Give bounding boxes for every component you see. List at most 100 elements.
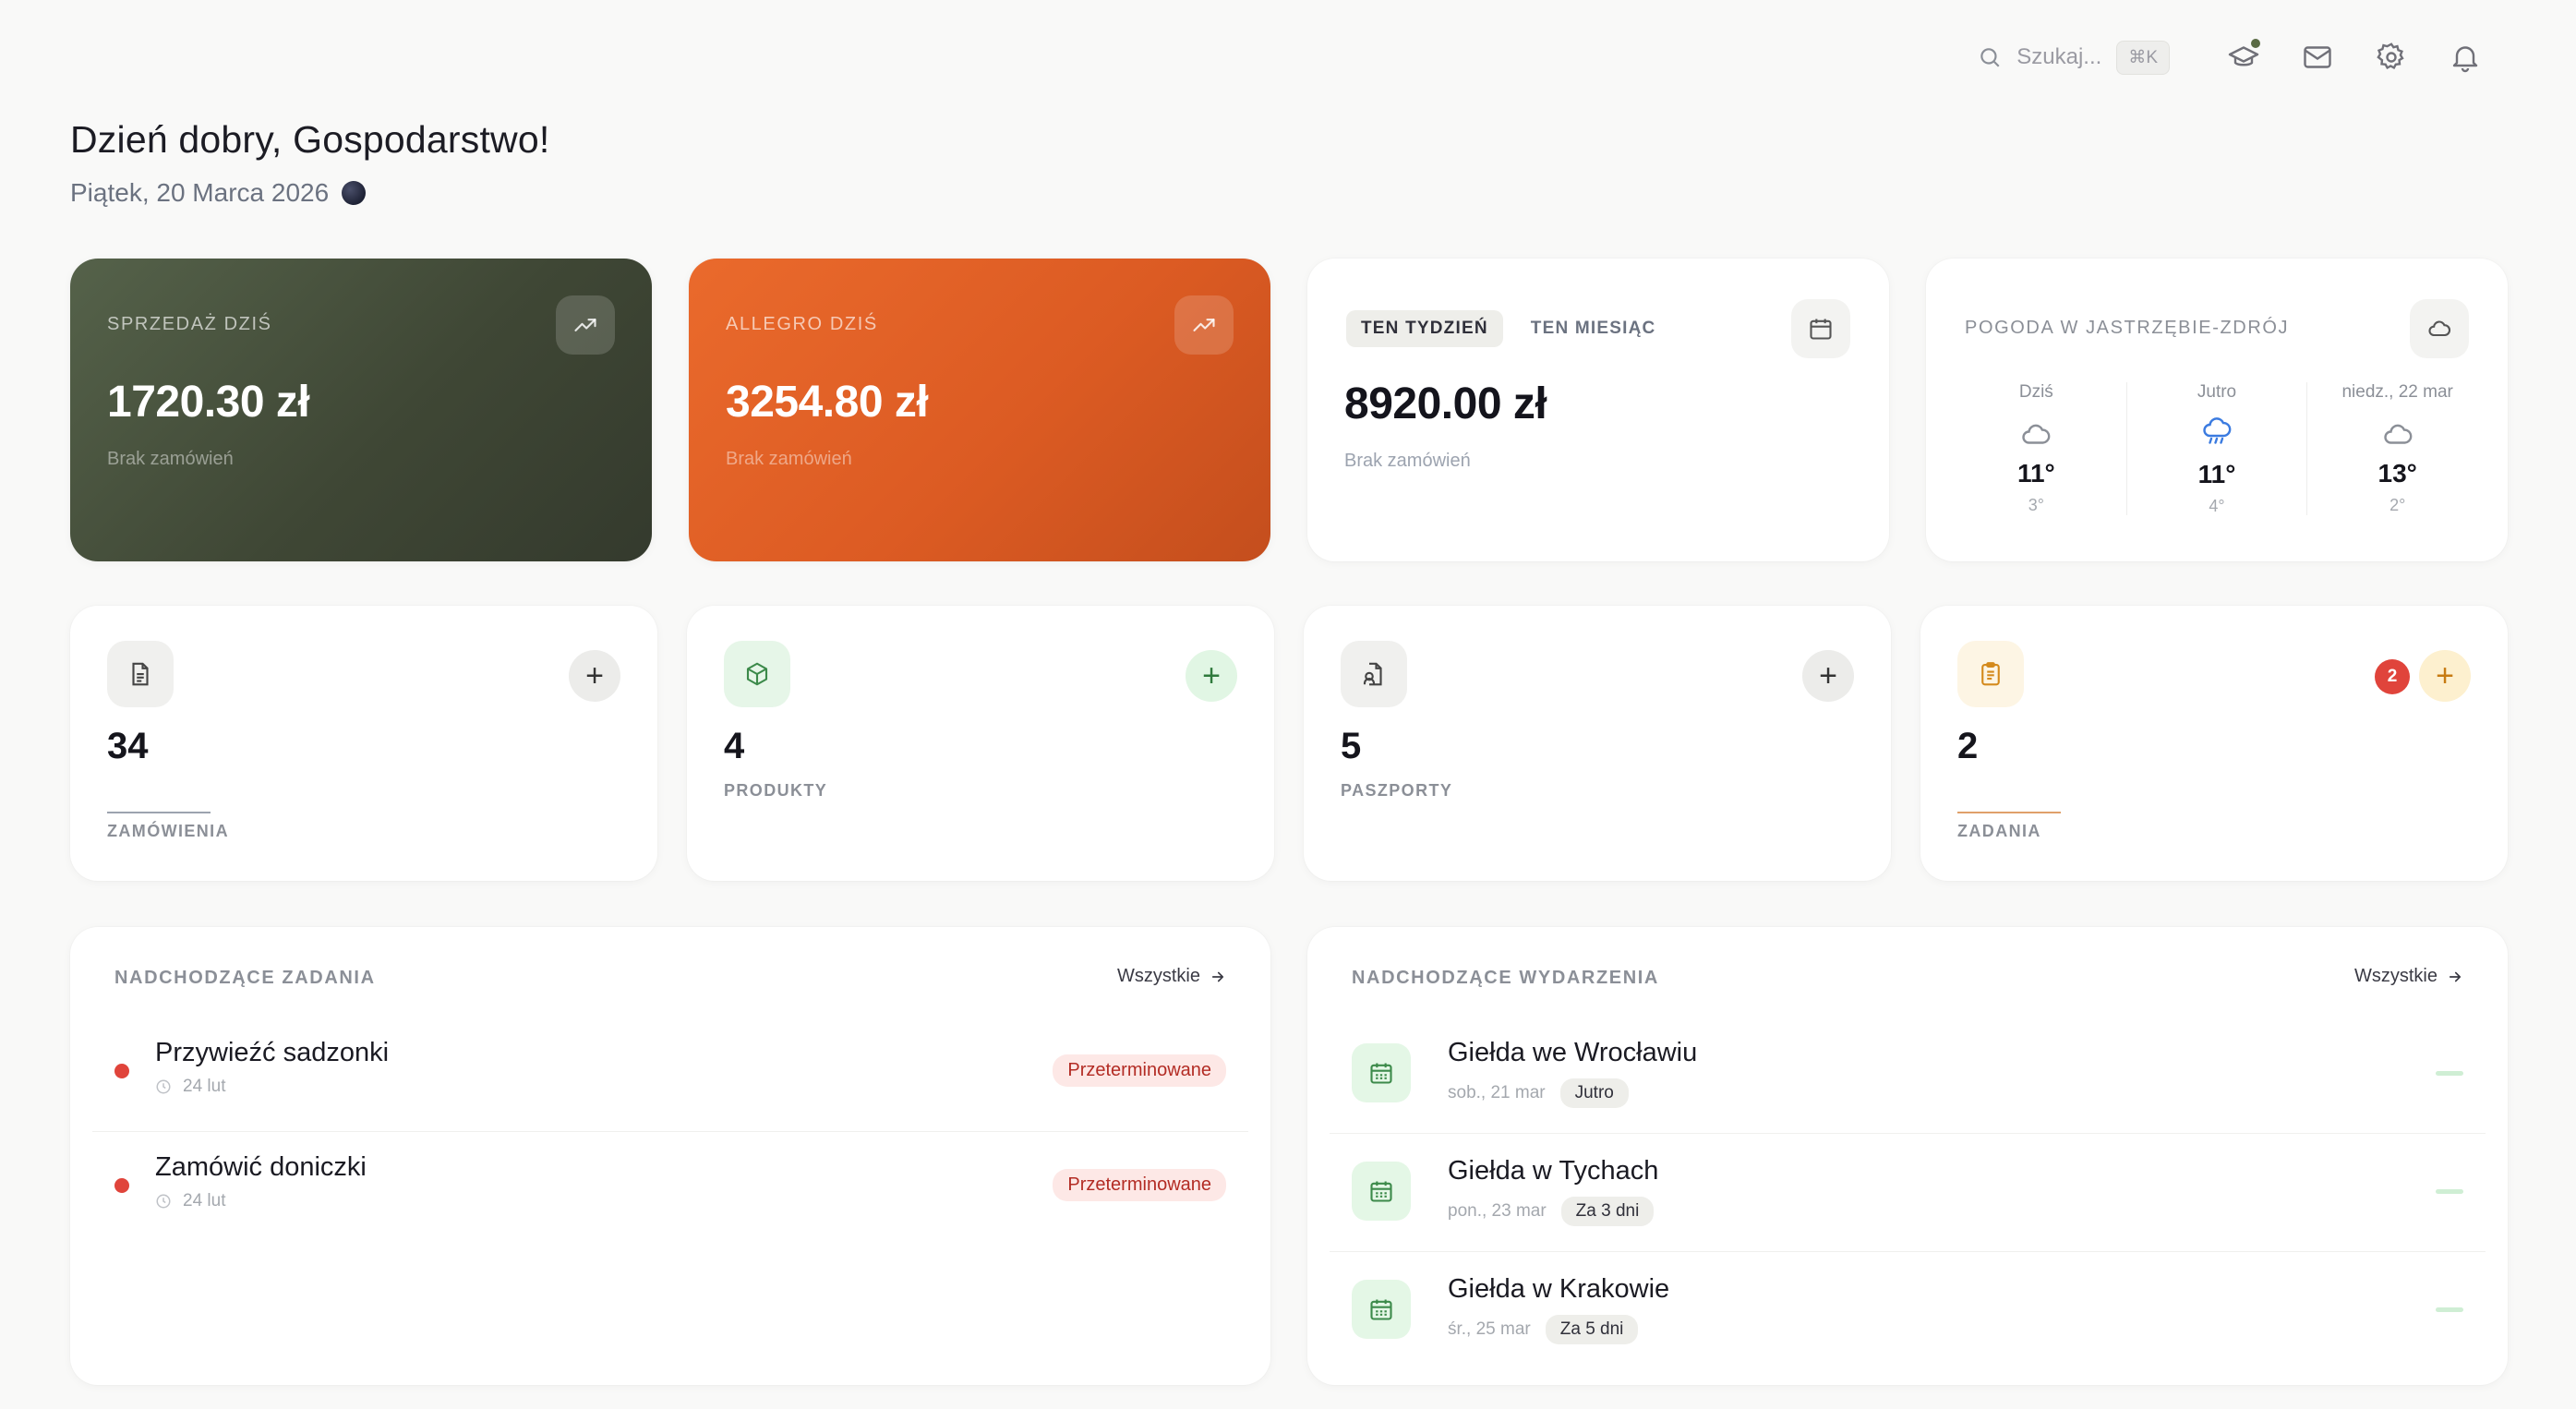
orders-icon-box: [107, 641, 174, 707]
task-title: Przywieźć sadzonki: [155, 1038, 390, 1067]
task-title: Zamówić doniczki: [155, 1152, 367, 1182]
tasks-card[interactable]: 2 + 2 ZADANIA: [1920, 606, 2508, 881]
event-row[interactable]: Giełda we Wrocławiu sob., 21 mar Jutro: [1330, 1016, 2486, 1134]
weather-day-today: Dziś 11° 3°: [1946, 382, 2127, 515]
upcoming-events-panel: NADCHODZĄCE WYDARZENIA Wszystkie Giełda …: [1307, 927, 2508, 1385]
date-text: Piątek, 20 Marca 2026: [70, 178, 330, 207]
orders-count: 34: [107, 726, 149, 766]
cloud-icon: [2019, 417, 2052, 448]
weather-button[interactable]: [2410, 299, 2469, 358]
orders-underline: [107, 812, 211, 813]
search-shortcut: ⌘K: [2116, 40, 2170, 75]
weather-day-name: niedz., 22 mar: [2341, 382, 2453, 402]
clipboard-icon: [1977, 660, 2004, 688]
tab-this-week[interactable]: TEN TYDZIEŃ: [1346, 310, 1503, 347]
page-title: Dzień dobry, Gospodarstwo!: [70, 118, 550, 161]
task-date: 24 lut: [183, 1191, 226, 1210]
orders-card[interactable]: + 34 ZAMÓWIENIA: [70, 606, 657, 881]
weather-card: POGODA W JASTRZĘBIE-ZDRÓJ Dziś 11° 3° Ju…: [1926, 259, 2508, 561]
all-tasks-label: Wszystkie: [1117, 966, 1200, 986]
weather-day-name: Dziś: [2018, 382, 2053, 402]
sales-today-label: SPRZEDAŻ DZIŚ: [107, 314, 272, 334]
products-count: 4: [724, 726, 745, 766]
event-indicator: [2436, 1307, 2463, 1312]
passports-card[interactable]: + 5 PASZPORTY: [1304, 606, 1891, 881]
status-badge: Przeterminowane: [1053, 1054, 1226, 1087]
passports-count: 5: [1341, 726, 1362, 766]
weather-forecast: Dziś 11° 3° Jutro 11° 4° niedz., 22 mar …: [1946, 382, 2487, 515]
mail-button[interactable]: [2281, 33, 2354, 81]
sales-today-card[interactable]: SPRZEDAŻ DZIŚ 1720.30 zł Brak zamówień: [70, 259, 652, 561]
event-row[interactable]: Giełda w Tychach pon., 23 mar Za 3 dni: [1330, 1134, 2486, 1252]
weather-high: 11°: [2197, 460, 2236, 488]
cloud-icon: [2381, 417, 2414, 448]
document-icon: [126, 660, 154, 688]
gear-icon: [2375, 41, 2408, 74]
weather-low: 4°: [2209, 497, 2225, 515]
bell-icon: [2449, 41, 2482, 74]
tab-this-month[interactable]: TEN MIESIĄC: [1516, 310, 1671, 347]
notification-dot: [2249, 37, 2262, 50]
tasks-label: ZADANIA: [1957, 822, 2041, 840]
trend-button[interactable]: [1174, 295, 1234, 355]
event-date: sob., 21 mar: [1448, 1083, 1546, 1102]
calendar-icon: [1808, 316, 1834, 342]
weather-high: 11°: [2016, 459, 2055, 488]
calendar-button[interactable]: [1791, 299, 1850, 358]
learning-button[interactable]: [2207, 33, 2281, 81]
tasks-underline: [1957, 812, 2061, 813]
calendar-icon: [1352, 1280, 1411, 1339]
event-indicator: [2436, 1071, 2463, 1076]
upcoming-tasks-title: NADCHODZĄCE ZADANIA: [114, 968, 376, 988]
task-row[interactable]: Zamówić doniczki 24 lut Przeterminowane: [92, 1132, 1248, 1246]
add-passport-button[interactable]: +: [1802, 650, 1854, 702]
tasks-count: 2: [1957, 726, 1979, 766]
products-card[interactable]: + 4 PRODUKTY: [687, 606, 1274, 881]
rain-cloud-icon: [2200, 417, 2233, 449]
weather-low: 2°: [2389, 496, 2406, 514]
trend-button[interactable]: [556, 295, 615, 355]
task-meta: 24 lut: [155, 1191, 225, 1211]
all-events-label: Wszystkie: [2354, 966, 2438, 986]
overdue-dot: [114, 1178, 129, 1193]
passport-file-icon: [1360, 660, 1388, 688]
weather-day-tomorrow: Jutro 11° 4°: [2127, 382, 2308, 515]
allegro-today-card[interactable]: ALLEGRO DZIŚ 3254.80 zł Brak zamówień: [689, 259, 1270, 561]
add-task-button[interactable]: +: [2419, 650, 2471, 702]
allegro-today-label: ALLEGRO DZIŚ: [726, 314, 878, 334]
weather-high: 13°: [2377, 459, 2417, 488]
calendar-icon: [1352, 1162, 1411, 1221]
clock-icon: [155, 1078, 172, 1095]
notifications-button[interactable]: [2428, 33, 2502, 81]
search-placeholder: Szukaj...: [2016, 44, 2102, 69]
products-icon-box: [724, 641, 790, 707]
status-badge: Przeterminowane: [1053, 1169, 1226, 1201]
period-sales-sub: Brak zamówień: [1344, 451, 1471, 471]
task-row[interactable]: Przywieźć sadzonki 24 lut Przeterminowan…: [92, 1018, 1248, 1132]
weather-label: POGODA W JASTRZĘBIE-ZDRÓJ: [1965, 318, 2290, 338]
search-icon: [1978, 45, 2002, 69]
passports-icon-box: [1341, 641, 1407, 707]
calendar-icon: [1352, 1043, 1411, 1102]
weather-day-sunday: niedz., 22 mar 13° 2°: [2307, 382, 2487, 515]
overdue-dot: [114, 1064, 129, 1078]
package-icon: [743, 660, 771, 688]
add-order-button[interactable]: +: [569, 650, 620, 702]
allegro-today-value: 3254.80 zł: [726, 378, 929, 427]
greeting: Dzień dobry, Gospodarstwo! Piątek, 20 Ma…: [70, 118, 549, 208]
settings-button[interactable]: [2354, 33, 2428, 81]
arrow-right-icon: [2447, 969, 2463, 985]
event-row[interactable]: Giełda w Krakowie śr., 25 mar Za 5 dni: [1330, 1252, 2486, 1370]
all-tasks-link[interactable]: Wszystkie: [1117, 966, 1226, 987]
moon-phase-icon: [342, 181, 367, 205]
event-meta: pon., 23 mar Za 3 dni: [1448, 1197, 1655, 1226]
add-product-button[interactable]: +: [1186, 650, 1237, 702]
event-meta: sob., 21 mar Jutro: [1448, 1078, 1629, 1108]
search-box[interactable]: Szukaj... ⌘K: [1978, 40, 2170, 75]
mail-icon: [2301, 41, 2334, 74]
event-title: Giełda w Tychach: [1448, 1156, 1659, 1186]
task-date: 24 lut: [183, 1077, 226, 1096]
event-indicator: [2436, 1189, 2463, 1194]
all-events-link[interactable]: Wszystkie: [2354, 966, 2463, 987]
event-date: śr., 25 mar: [1448, 1319, 1531, 1339]
